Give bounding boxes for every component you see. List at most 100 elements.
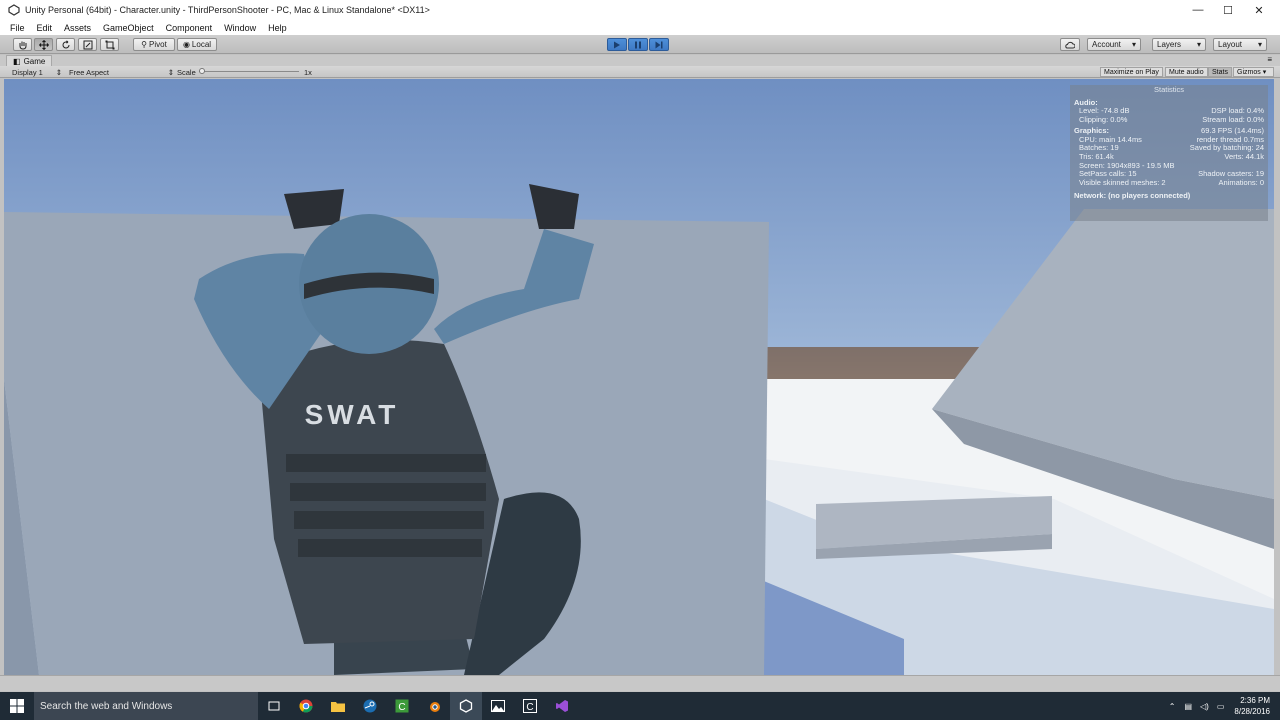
step-button[interactable] xyxy=(649,38,669,51)
network-status: Network: (no players connected) xyxy=(1074,191,1191,201)
taskbar-search[interactable]: Search the web and Windows xyxy=(34,692,258,720)
taskbar-camtasia-2[interactable]: C xyxy=(514,692,546,720)
folder-icon xyxy=(331,702,345,712)
tab-menu-icon[interactable]: ≡ xyxy=(1267,55,1272,64)
scale-value: 1x xyxy=(304,67,312,77)
taskbar-unity[interactable] xyxy=(450,692,482,720)
mute-audio-toggle[interactable]: Mute audio xyxy=(1165,67,1208,77)
taskbar-chrome[interactable] xyxy=(290,692,322,720)
hand-tool-button[interactable] xyxy=(13,38,32,51)
taskbar-file-explorer[interactable] xyxy=(322,692,354,720)
rect-tool-button[interactable] xyxy=(100,38,119,51)
pause-icon xyxy=(635,41,641,48)
cloud-icon xyxy=(1065,41,1075,48)
scale-icon xyxy=(83,40,92,49)
minimize-button[interactable]: — xyxy=(1182,0,1214,20)
windows-taskbar: Search the web and Windows C C ⌃ ▤ ◁) ▭ … xyxy=(0,692,1280,720)
clock-time: 2:36 PM xyxy=(1240,696,1270,705)
local-toggle[interactable]: ◉ Local xyxy=(177,38,217,51)
camtasia-recorder-icon: C xyxy=(523,699,537,713)
taskbar-steam[interactable] xyxy=(354,692,386,720)
pause-button[interactable] xyxy=(628,38,648,51)
pivot-toggle[interactable]: ⚲ Pivot xyxy=(133,38,175,51)
dropdown-arrow-icon: ▾ xyxy=(1196,40,1201,49)
scale-tool-button[interactable] xyxy=(78,38,97,51)
tab-game[interactable]: ◧ Game xyxy=(6,55,53,66)
play-button[interactable] xyxy=(607,38,627,51)
clipping: Clipping: 0.0% xyxy=(1079,114,1128,124)
menu-component[interactable]: Component xyxy=(160,23,219,33)
volume-icon[interactable]: ◁) xyxy=(1200,702,1209,711)
taskbar-blender[interactable] xyxy=(418,692,450,720)
aspect-dropdown[interactable]: Free Aspect ⇕ xyxy=(69,67,174,77)
steam-icon xyxy=(363,699,377,713)
rotate-tool-button[interactable] xyxy=(56,38,75,51)
status-bar xyxy=(0,675,1280,691)
menu-file[interactable]: File xyxy=(4,23,31,33)
taskbar-clock[interactable]: 2:36 PM 8/28/2016 xyxy=(1228,695,1280,717)
taskbar-camtasia[interactable]: C xyxy=(386,692,418,720)
close-button[interactable]: ✕ xyxy=(1243,0,1275,20)
account-label: Account xyxy=(1092,40,1121,49)
start-button[interactable] xyxy=(0,692,34,720)
move-arrows-icon xyxy=(38,39,49,50)
network-icon[interactable]: ▤ xyxy=(1184,702,1192,711)
rotate-icon xyxy=(62,39,69,48)
menu-assets[interactable]: Assets xyxy=(58,23,97,33)
stat-row: Visible skinned meshes: 2 Animations: 0 xyxy=(1074,177,1264,188)
maximize-button[interactable]: ☐ xyxy=(1212,0,1244,20)
pivot-label: Pivot xyxy=(149,40,167,49)
game-viewport[interactable]: SWAT Statistics Audio: Level: -74.8 dB DS… xyxy=(4,79,1274,675)
skinned-meshes: Visible skinned meshes: 2 xyxy=(1079,177,1166,187)
search-placeholder: Search the web and Windows xyxy=(40,700,173,712)
taskbar-visual-studio[interactable] xyxy=(546,692,578,720)
play-icon xyxy=(614,41,620,48)
window-title: Unity Personal (64bit) - Character.unity… xyxy=(25,5,430,15)
system-tray: ⌃ ▤ ◁) ▭ 2:36 PM 8/28/2016 xyxy=(1164,692,1280,720)
maximize-on-play-toggle[interactable]: Maximize on Play xyxy=(1100,67,1163,77)
account-dropdown[interactable]: Account ▾ xyxy=(1087,38,1141,51)
layout-dropdown[interactable]: Layout ▾ xyxy=(1213,38,1267,51)
gizmos-label: Gizmos xyxy=(1237,68,1261,76)
menu-help[interactable]: Help xyxy=(262,23,293,33)
rect-tool-icon xyxy=(105,40,114,49)
tab-game-label: Game xyxy=(23,56,46,66)
statistics-panel: Statistics Audio: Level: -74.8 dB DSP loa… xyxy=(1070,85,1268,221)
svg-text:C: C xyxy=(526,702,533,713)
clock-date: 8/28/2016 xyxy=(1234,707,1270,716)
taskbar-photos[interactable] xyxy=(482,692,514,720)
step-icon xyxy=(655,41,663,48)
menu-bar: File Edit Assets GameObject Component Wi… xyxy=(0,20,1280,35)
image-icon xyxy=(491,700,505,712)
hand-icon xyxy=(19,41,26,50)
layout-label: Layout xyxy=(1218,40,1243,49)
dropdown-arrow-icon: ▾ xyxy=(1262,69,1267,76)
layers-dropdown[interactable]: Layers ▾ xyxy=(1152,38,1206,51)
menu-window[interactable]: Window xyxy=(218,23,262,33)
menu-edit[interactable]: Edit xyxy=(31,23,59,33)
visual-studio-icon xyxy=(556,700,568,712)
scale-slider-thumb[interactable] xyxy=(199,68,205,74)
gizmos-dropdown[interactable]: Gizmos ▾ xyxy=(1233,67,1275,77)
task-view-icon xyxy=(268,701,280,711)
display-dropdown[interactable]: Display 1 ⇕ xyxy=(12,67,62,77)
local-icon: ◉ xyxy=(182,40,190,49)
scale-slider-track[interactable] xyxy=(199,71,299,72)
statistics-header: Statistics xyxy=(1153,85,1184,94)
notifications-icon[interactable]: ▭ xyxy=(1217,702,1225,711)
move-tool-button[interactable] xyxy=(34,38,53,51)
menu-gameobject[interactable]: GameObject xyxy=(97,23,160,33)
unity-icon xyxy=(459,699,473,713)
task-view-button[interactable] xyxy=(258,692,290,720)
vest-text: SWAT xyxy=(305,399,400,430)
svg-text:C: C xyxy=(398,702,405,713)
camtasia-icon: C xyxy=(395,699,409,713)
game-tab-icon: ◧ xyxy=(13,56,21,66)
pivot-icon: ⚲ xyxy=(141,40,148,49)
window-titlebar: Unity Personal (64bit) - Character.unity… xyxy=(0,0,1280,20)
display-label: Display 1 xyxy=(12,67,43,77)
stats-toggle[interactable]: Stats xyxy=(1208,67,1232,77)
scale-label: Scale xyxy=(177,67,196,77)
cloud-button[interactable] xyxy=(1060,38,1080,51)
tray-expand-icon[interactable]: ⌃ xyxy=(1169,702,1176,711)
